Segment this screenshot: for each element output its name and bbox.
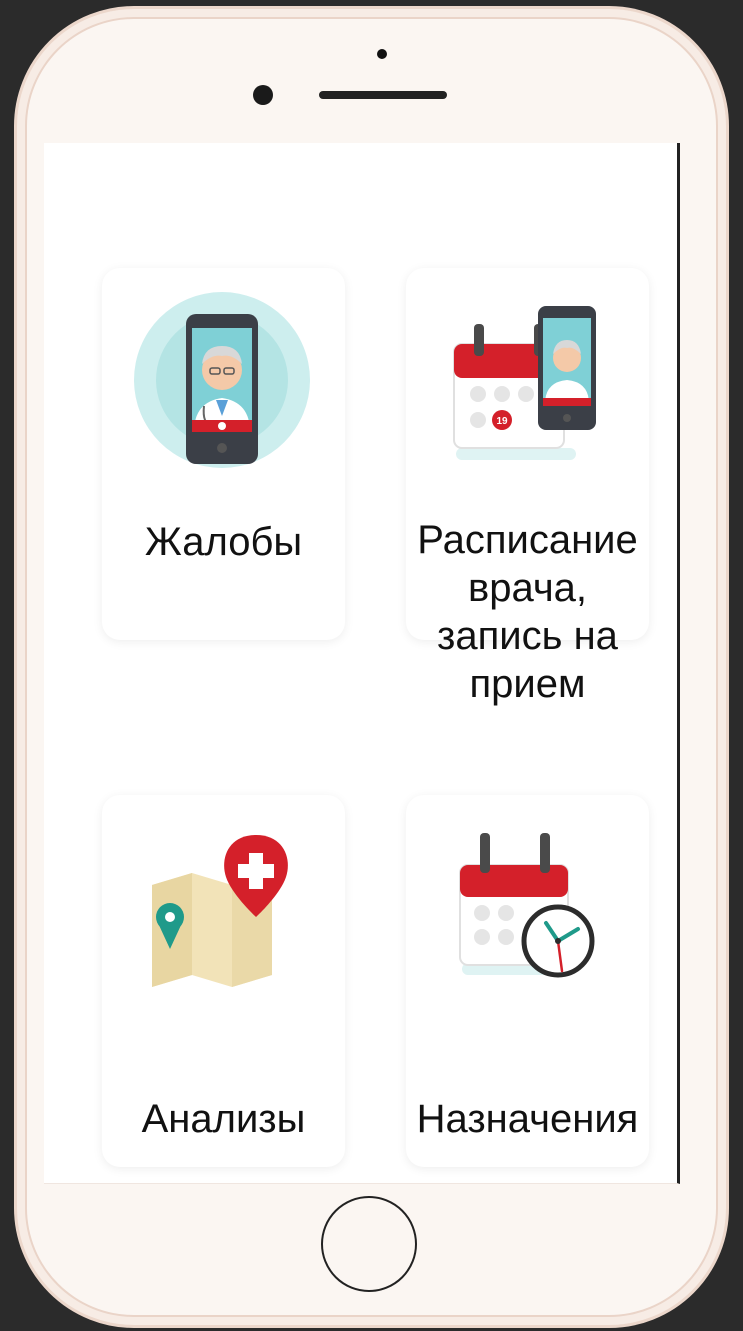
calendar-date: 19 bbox=[496, 416, 508, 427]
tile-doctor-schedule[interactable]: 19 Расписание врача, запись на прием bbox=[406, 268, 649, 706]
tile-label: Жалобы bbox=[144, 520, 303, 564]
front-sensor bbox=[377, 49, 387, 59]
tile-label: Анализы bbox=[141, 1097, 306, 1141]
tile-complaints[interactable]: Жалобы bbox=[102, 268, 345, 640]
map-medical-pin-icon bbox=[152, 835, 288, 987]
tile-analyses[interactable]: Анализы bbox=[102, 795, 345, 1167]
tile-label: Расписание врача, запись на прием bbox=[417, 518, 638, 706]
app-screen: Жалобы 19 Расписание врача, запись на пр… bbox=[44, 143, 680, 1184]
calendar-clock-icon bbox=[459, 833, 595, 978]
calendar-doctor-icon: 19 bbox=[453, 306, 596, 460]
front-camera bbox=[253, 85, 273, 105]
earpiece-speaker bbox=[319, 91, 447, 99]
tile-appointments[interactable]: Назначения bbox=[406, 795, 649, 1167]
tile-label: Назначения bbox=[416, 1097, 639, 1141]
doctor-phone-icon bbox=[134, 292, 310, 468]
home-button[interactable] bbox=[321, 1196, 417, 1292]
